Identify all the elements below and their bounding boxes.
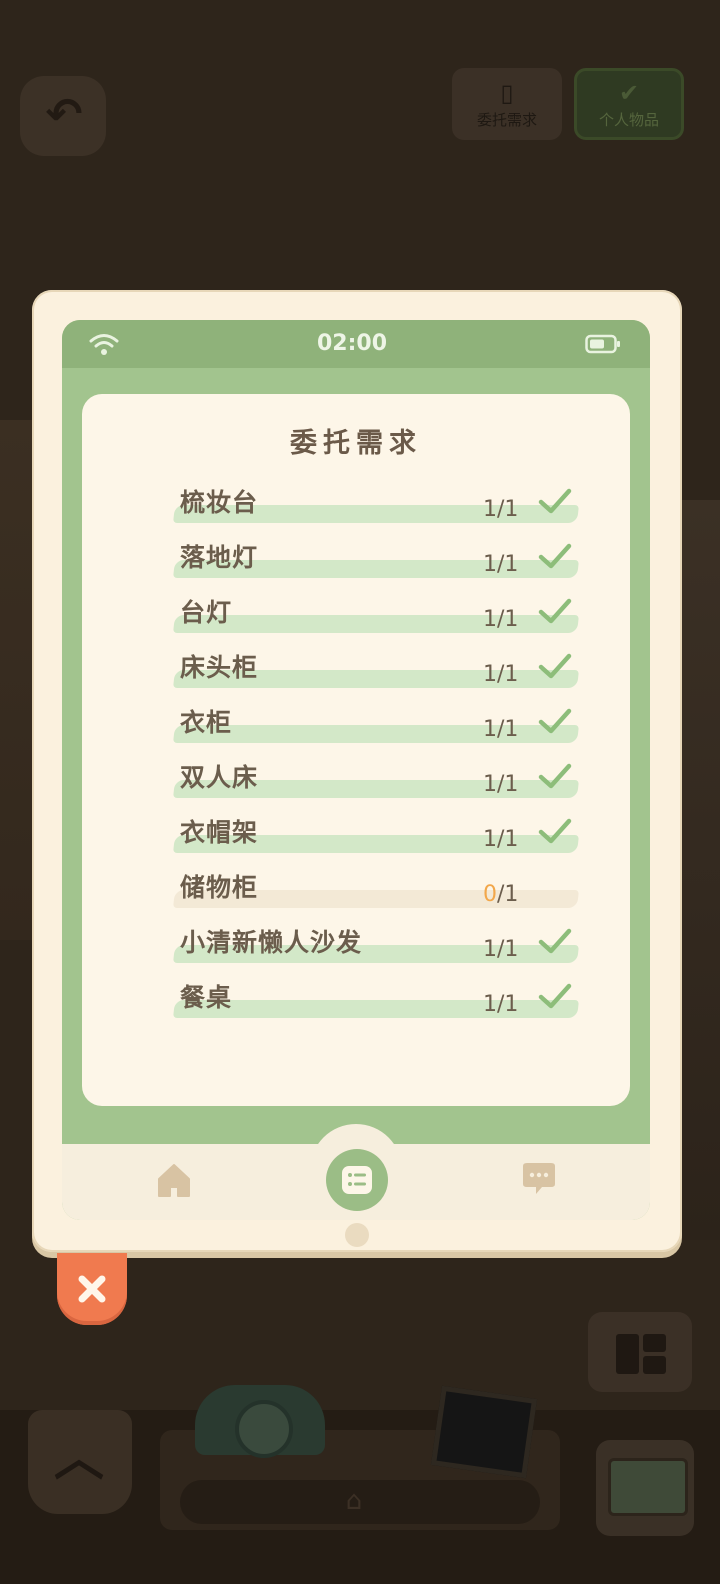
close-button[interactable] (57, 1253, 127, 1325)
device-home-button[interactable] (345, 1223, 369, 1247)
item-name: 衣柜 (180, 708, 233, 737)
photo-frame-decor (430, 1385, 538, 1479)
item-count-have: 1 (483, 607, 497, 632)
chat-icon[interactable] (520, 1162, 558, 1198)
commission-title: 委托需求 (290, 428, 422, 459)
item-count-total: /1 (497, 772, 519, 797)
list-item: 衣柜 1/1 (150, 691, 600, 746)
item-name: 储物柜 (180, 873, 259, 902)
item-count: 1/1 (483, 715, 518, 745)
check-icon (538, 818, 572, 844)
item-count-total: /1 (497, 552, 519, 577)
wifi-icon (89, 334, 119, 355)
item-name: 衣帽架 (180, 818, 259, 847)
battery-icon (585, 334, 620, 354)
item-count-have: 1 (483, 772, 497, 797)
check-icon (538, 488, 572, 514)
list-item: 储物柜 0/1 (150, 856, 600, 911)
tab-label: 个人物品 (598, 110, 659, 129)
item-count-total: /1 (497, 992, 519, 1017)
list-item: 床头柜 1/1 (150, 636, 600, 691)
item-count-total: /1 (497, 662, 519, 687)
list-item: 餐桌 1/1 (150, 966, 600, 1021)
item-count-have: 1 (483, 992, 497, 1017)
item-count: 1/1 (483, 935, 518, 965)
tab-commission-requests[interactable]: ▯ 委托需求 (452, 68, 562, 140)
tab-label: 委托需求 (476, 110, 537, 129)
item-count-have: 1 (483, 937, 497, 962)
check-icon (538, 543, 572, 569)
item-name: 台灯 (180, 598, 233, 627)
commission-list[interactable]: 双人沙发1/1梳妆台1/1落地灯1/1台灯1/1床头柜1/1衣柜1/1双人床1/… (150, 474, 600, 1094)
item-count-total: /1 (497, 882, 519, 907)
check-icon (538, 763, 572, 789)
item-count: 1/1 (483, 550, 518, 580)
item-count: 1/1 (483, 660, 518, 690)
check-icon (538, 653, 572, 679)
list-icon (342, 1166, 372, 1194)
telephone-dial-decor (235, 1400, 293, 1458)
check-icon (538, 708, 572, 734)
list-item: 小清新懒人沙发 1/1 (150, 911, 600, 966)
item-count-have: 0 (483, 882, 497, 907)
list-item: 台灯 1/1 (150, 581, 600, 636)
close-icon (78, 1275, 106, 1303)
item-count-total: /1 (497, 937, 519, 962)
list-item: 落地灯 1/1 (150, 526, 600, 581)
item-count: 0/1 (483, 880, 518, 910)
check-icon (538, 928, 572, 954)
item-name: 落地灯 (180, 543, 259, 572)
check-icon (538, 983, 572, 1009)
item-name: 小清新懒人沙发 (180, 928, 363, 957)
item-count-have: 1 (483, 827, 497, 852)
bed-furniture-icon (608, 1458, 688, 1516)
status-time: 02:00 (316, 331, 388, 356)
item-name: 床头柜 (180, 653, 259, 682)
item-count-have: 1 (483, 717, 497, 742)
item-count-total: /1 (497, 607, 519, 632)
item-count: 1/1 (483, 605, 518, 635)
item-count: 1/1 (483, 770, 518, 800)
item-name: 双人床 (180, 763, 259, 792)
check-icon (538, 598, 572, 624)
item-count-have: 1 (483, 662, 497, 687)
item-count-total: /1 (497, 497, 519, 522)
item-name: 餐桌 (180, 983, 233, 1012)
tab-personal-items[interactable]: ✔ 个人物品 (574, 68, 684, 140)
item-count-total: /1 (497, 827, 519, 852)
list-item: 衣帽架 1/1 (150, 801, 600, 856)
item-count: 1/1 (483, 990, 518, 1020)
item-count: 1/1 (483, 825, 518, 855)
list-item: 梳妆台 1/1 (150, 474, 600, 526)
item-count-total: /1 (497, 717, 519, 742)
chevron-up-icon: ︿ (54, 1429, 104, 1487)
check-icon: ✔ (618, 78, 640, 107)
room-wall-right (678, 500, 720, 1240)
item-name: 梳妆台 (180, 488, 259, 517)
list-nav-button[interactable] (326, 1149, 388, 1211)
item-count: 1/1 (483, 495, 518, 525)
home-icon[interactable] (154, 1160, 194, 1200)
list-item: 双人床 1/1 (150, 746, 600, 801)
inventory-slot-icon: ⌂ (345, 1486, 363, 1516)
layout-icon (616, 1334, 666, 1374)
item-count-have: 1 (483, 497, 497, 522)
phone-icon: ▯ (500, 78, 514, 107)
item-count-have: 1 (483, 552, 497, 577)
back-arrow-icon: ↶ (45, 89, 83, 140)
